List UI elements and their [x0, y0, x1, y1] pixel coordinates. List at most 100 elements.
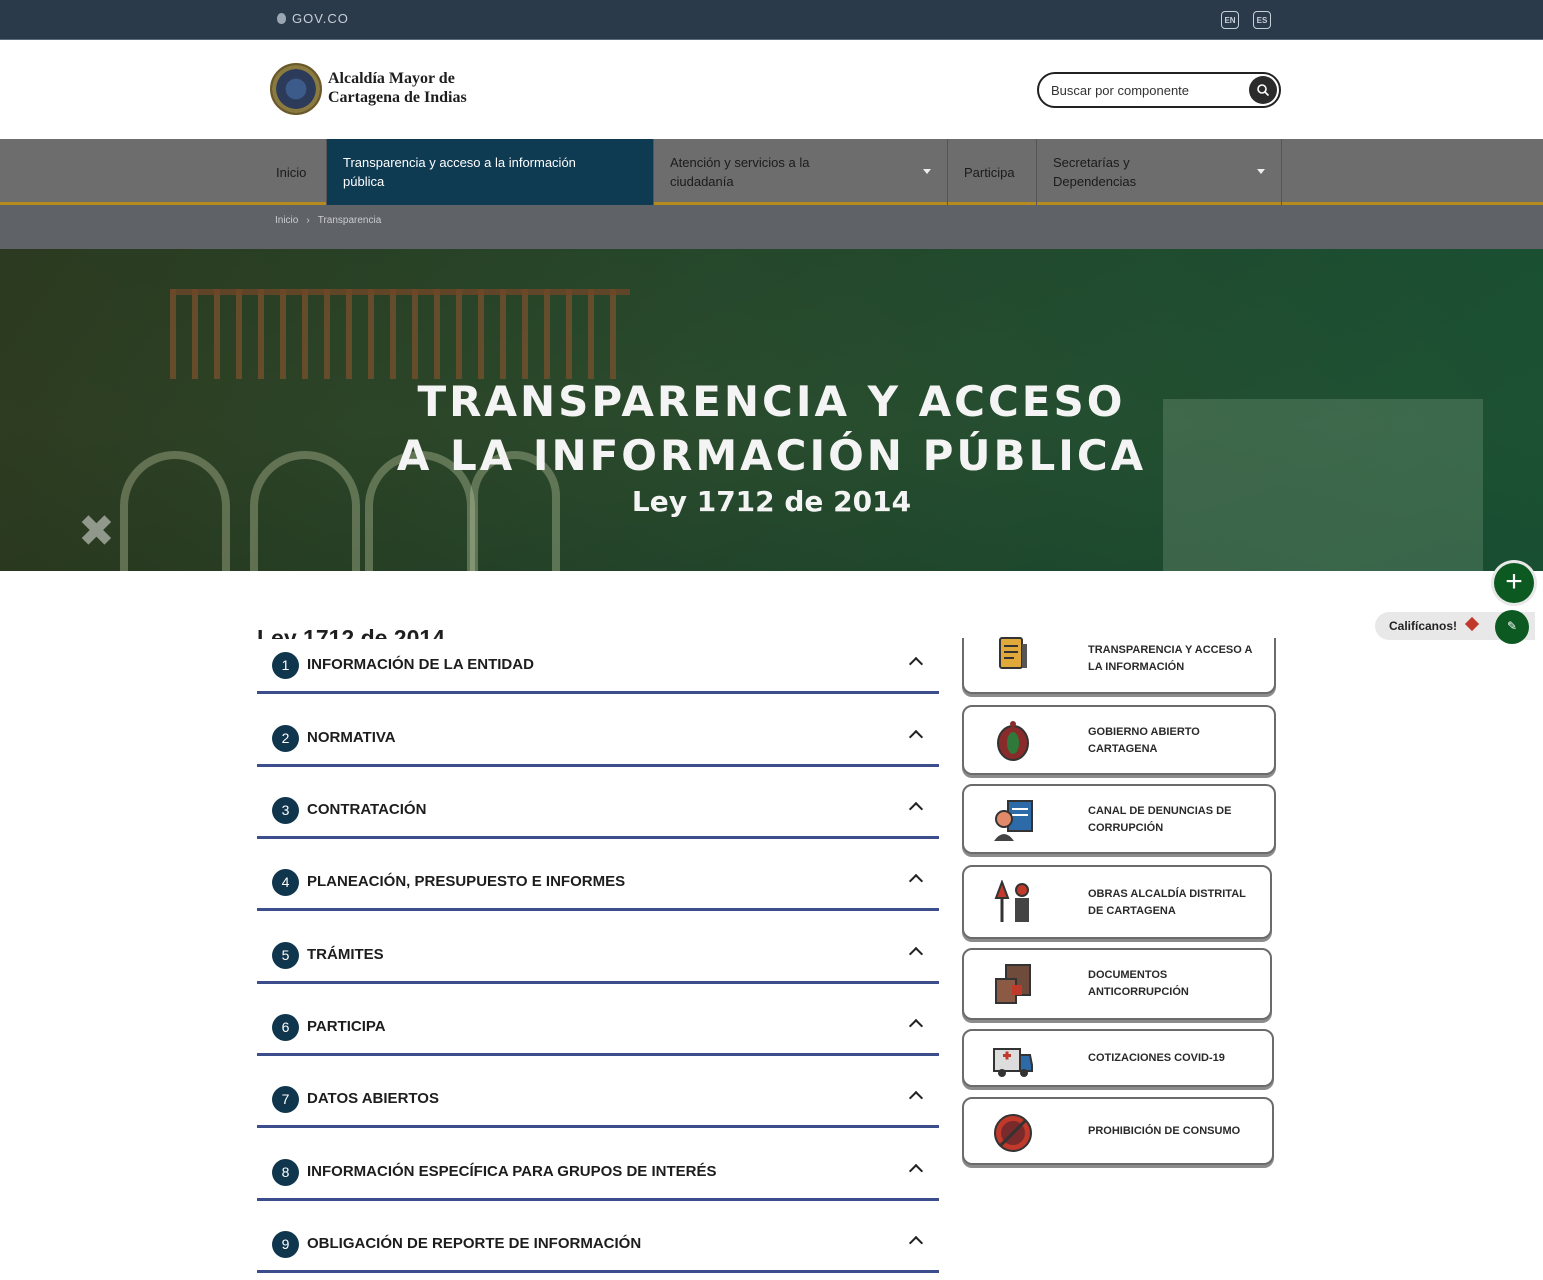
accordion-number: 3: [272, 797, 299, 824]
sidebar-card-label: GOBIERNO ABIERTO CARTAGENA: [1088, 726, 1200, 755]
city-seal-logo[interactable]: [270, 63, 322, 115]
chevron-up-icon: [908, 946, 924, 962]
accordion-item[interactable]: 1 INFORMACIÓN DE LA ENTIDAD: [257, 639, 939, 694]
sidebar-card-label: TRANSPARENCIA Y ACCESO A LA INFORMACIÓN: [1088, 644, 1253, 673]
lang-es-button[interactable]: ES: [1253, 11, 1271, 29]
rate-us-widget[interactable]: Califícanos! ✎: [1375, 610, 1535, 644]
section-title: Ley 1712 de 2014: [257, 625, 445, 639]
nav-label: Secretarías y Dependencias: [1053, 155, 1137, 189]
chevron-right-icon: ›: [306, 215, 310, 226]
sidebar-card-label: CANAL DE DENUNCIAS DE CORRUPCIÓN: [1088, 805, 1232, 834]
gov-topbar: GOV.CO EN ES: [0, 0, 1543, 40]
search-icon: [1257, 84, 1270, 97]
accordion-item[interactable]: 6 PARTICIPA: [257, 1001, 939, 1056]
accordion-number: 7: [272, 1086, 299, 1113]
accordion-number: 5: [272, 942, 299, 969]
nav-item-secretarias[interactable]: Secretarías y Dependencias: [1037, 139, 1282, 205]
heart-icon: [1464, 616, 1480, 632]
accordion-item[interactable]: 3 CONTRATACIÓN: [257, 784, 939, 839]
lang-en-button[interactable]: EN: [1221, 11, 1239, 29]
sidebar-card-gobierno-abierto[interactable]: GOBIERNO ABIERTO CARTAGENA: [962, 705, 1276, 775]
sidebar-card-label: COTIZACIONES COVID-19: [1088, 1052, 1225, 1064]
hero-balcony-graphic: [170, 289, 630, 379]
nav-item-transparencia[interactable]: Transparencia y acceso a la información …: [327, 139, 654, 205]
accordion-label: NORMATIVA: [307, 729, 396, 746]
document-icon: [999, 637, 1027, 669]
open-government-icon: [997, 721, 1029, 761]
main-nav: Inicio Transparencia y acceso a la infor…: [0, 139, 1543, 205]
govco-link[interactable]: GOV.CO: [277, 11, 349, 26]
accordion-label: CONTRATACIÓN: [307, 801, 427, 818]
accordion-item[interactable]: 5 TRÁMITES: [257, 929, 939, 984]
nav-item-atencion[interactable]: Atención y servicios a la ciudadanía: [654, 139, 948, 205]
govco-label: GOV.CO: [292, 11, 349, 26]
nav-label: Inicio: [276, 164, 307, 180]
sidebar-card-documentos[interactable]: DOCUMENTOS ANTICORRUPCIÓN: [962, 948, 1272, 1020]
edit-icon[interactable]: ✎: [1495, 610, 1529, 644]
chevron-up-icon: [908, 729, 924, 745]
chevron-up-icon: [908, 1018, 924, 1034]
logo-line-2: Cartagena de Indias: [328, 89, 467, 106]
accordion-label: DATOS ABIERTOS: [307, 1090, 439, 1107]
site-logo-text[interactable]: Alcaldía Mayor de Cartagena de Indias: [328, 69, 467, 107]
anticorruption-docs-icon: [995, 964, 1031, 1004]
logo-line-1: Alcaldía Mayor de: [328, 70, 455, 87]
hero-title-line-2: A LA INFORMACIÓN PÚBLICA: [396, 431, 1147, 480]
chevron-up-icon: [908, 1235, 924, 1251]
chevron-up-icon: [908, 1163, 924, 1179]
sidebar-card-obras[interactable]: OBRAS ALCALDÍA DISTRITAL DE CARTAGENA: [962, 865, 1272, 939]
site-header: Alcaldía Mayor de Cartagena de Indias: [0, 41, 1543, 139]
breadcrumb-home[interactable]: Inicio: [275, 215, 298, 226]
nav-label: Transparencia y acceso a la información …: [343, 155, 576, 189]
accordion-label: INFORMACIÓN ESPECÍFICA PARA GRUPOS DE IN…: [307, 1163, 717, 1180]
search-box: [1037, 72, 1281, 108]
accordion-number: 1: [272, 652, 299, 679]
ambulance-icon: [993, 1048, 1033, 1077]
accordion-number: 6: [272, 1014, 299, 1041]
accordion-item[interactable]: 8 INFORMACIÓN ESPECÍFICA PARA GRUPOS DE …: [257, 1146, 939, 1201]
complaint-icon: [994, 800, 1033, 841]
chevron-up-icon: [908, 656, 924, 672]
accordion-number: 8: [272, 1159, 299, 1186]
accordion-number: 2: [272, 725, 299, 752]
nav-label: Participa: [964, 164, 1015, 180]
accordion-item[interactable]: 2 NORMATIVA: [257, 712, 939, 767]
accordion-item[interactable]: 9 OBLIGACIÓN DE REPORTE DE INFORMACIÓN: [257, 1218, 939, 1273]
accordion-label: TRÁMITES: [307, 946, 384, 963]
accordion-label: OBLIGACIÓN DE REPORTE DE INFORMACIÓN: [307, 1235, 642, 1252]
hero-title: TRANSPARENCIA Y ACCESO A LA INFORMACIÓN …: [0, 375, 1543, 483]
chevron-up-icon: [908, 801, 924, 817]
nav-item-inicio[interactable]: Inicio: [260, 139, 327, 205]
accordion-number: 9: [272, 1231, 299, 1258]
nav-label: Atención y servicios a la ciudadanía: [670, 155, 810, 189]
accordion-item[interactable]: 4 PLANEACIÓN, PRESUPUESTO E INFORMES: [257, 856, 939, 911]
hero-banner: ✖ TRANSPARENCIA Y ACCESO A LA INFORMACIÓ…: [0, 249, 1543, 571]
chevron-up-icon: [908, 873, 924, 889]
accessibility-plus-button[interactable]: +: [1494, 563, 1534, 603]
prohibition-icon: [994, 1114, 1032, 1152]
works-icon: [994, 880, 1029, 922]
sidebar-card-covid[interactable]: COTIZACIONES COVID-19: [962, 1029, 1274, 1087]
sidebar-card-denuncias[interactable]: CANAL DE DENUNCIAS DE CORRUPCIÓN: [962, 784, 1276, 854]
hero-subtitle: Ley 1712 de 2014: [631, 485, 912, 518]
search-button[interactable]: [1249, 76, 1277, 104]
chevron-down-icon: [1257, 169, 1265, 174]
sidebar-card-label: DOCUMENTOS ANTICORRUPCIÓN: [1088, 969, 1189, 998]
govco-shield-icon: [277, 13, 286, 24]
sidebar-card-prohibicion[interactable]: PROHIBICIÓN DE CONSUMO: [962, 1097, 1274, 1165]
search-input[interactable]: [1051, 80, 1241, 100]
accordion-label: PLANEACIÓN, PRESUPUESTO E INFORMES: [307, 873, 626, 890]
nav-item-participa[interactable]: Participa: [948, 139, 1037, 205]
chevron-up-icon: [908, 1090, 924, 1106]
accordion-label: PARTICIPA: [307, 1018, 386, 1035]
hero-title-line-1: TRANSPARENCIA Y ACCESO: [417, 377, 1126, 426]
accordion-label: INFORMACIÓN DE LA ENTIDAD: [307, 656, 534, 673]
chevron-down-icon: [923, 169, 931, 174]
sidebar-card-label: PROHIBICIÓN DE CONSUMO: [1088, 1125, 1241, 1137]
breadcrumb: Inicio › Transparencia: [0, 205, 1543, 249]
sidebar-card-transparencia[interactable]: TRANSPARENCIA Y ACCESO A LA INFORMACIÓN: [962, 637, 1276, 694]
accordion-number: 4: [272, 869, 299, 896]
breadcrumb-current: Transparencia: [317, 215, 382, 226]
accordion-item[interactable]: 7 DATOS ABIERTOS: [257, 1073, 939, 1128]
sidebar-card-label: OBRAS ALCALDÍA DISTRITAL DE CARTAGENA: [1088, 888, 1246, 917]
